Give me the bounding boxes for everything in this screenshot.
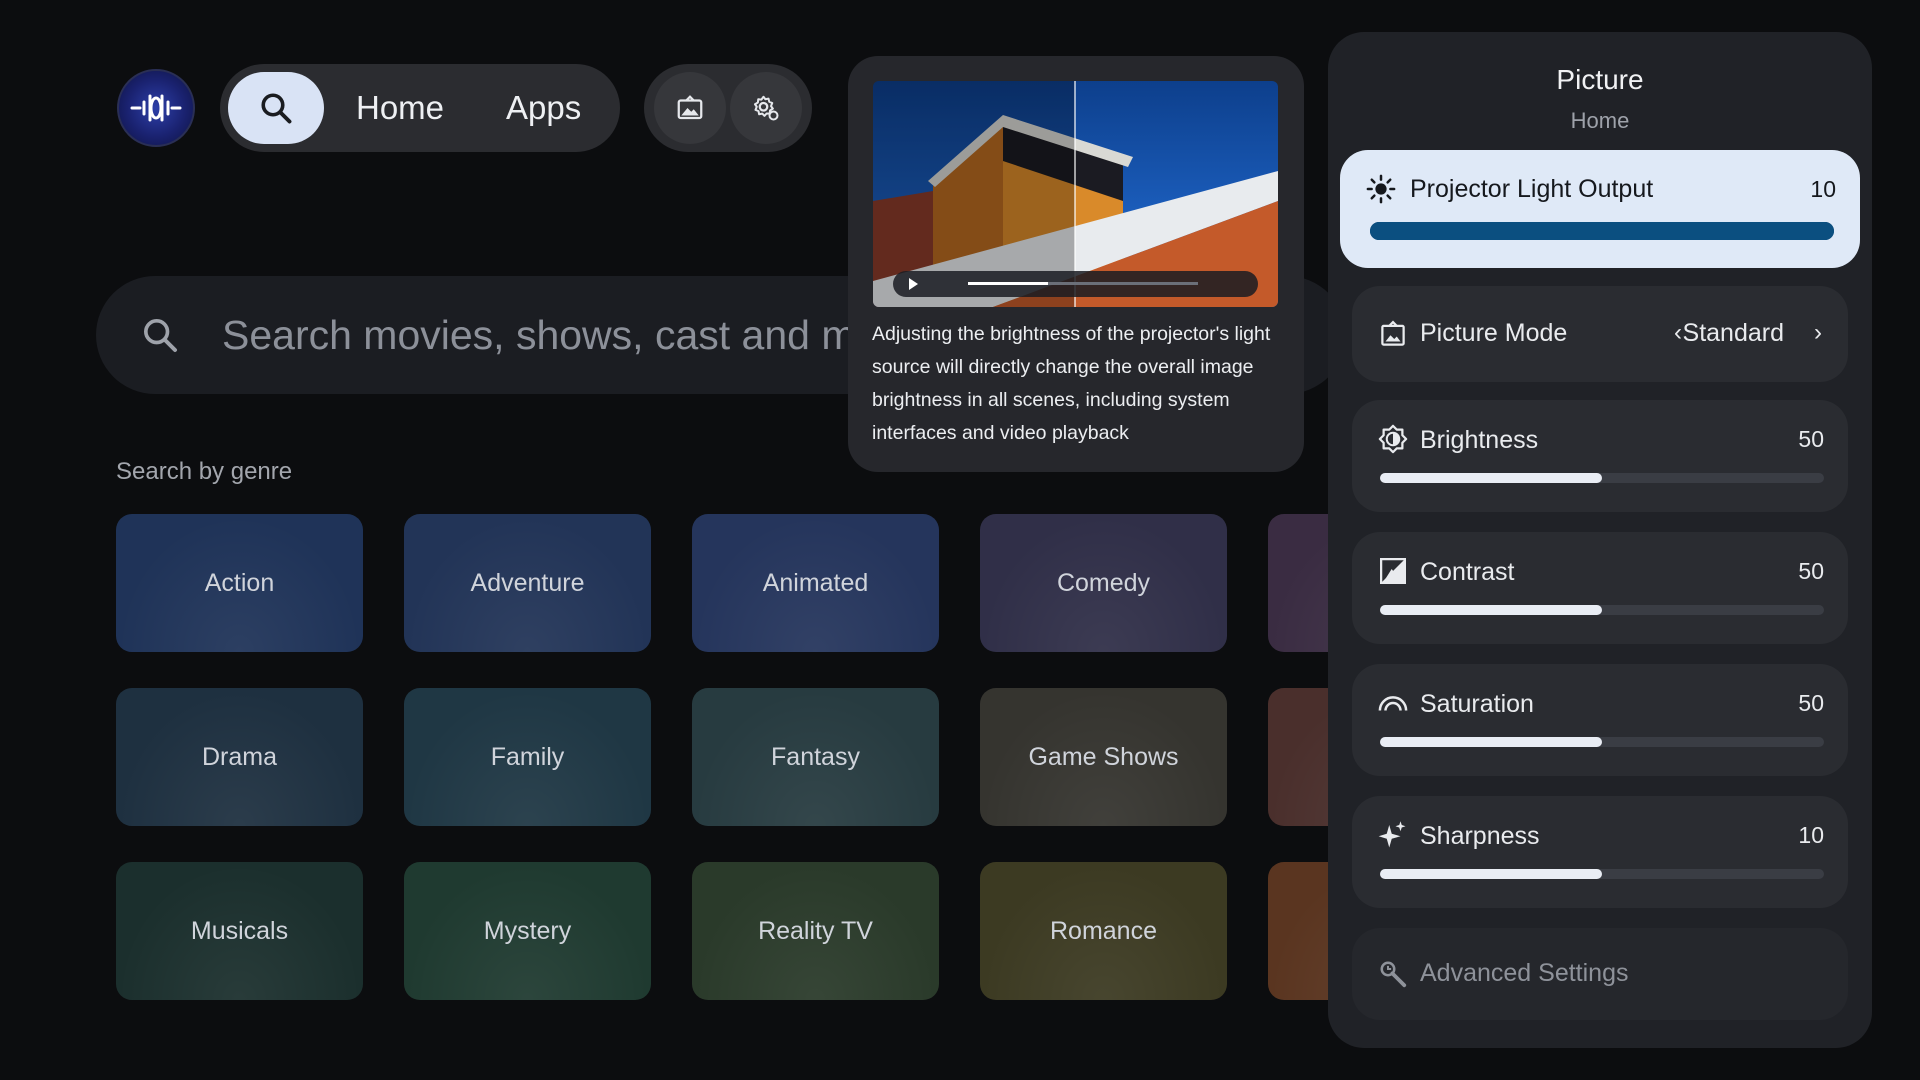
brightness-row[interactable]: Brightness 50: [1352, 400, 1848, 512]
slider-fill: [1380, 869, 1602, 879]
settings-button[interactable]: [730, 72, 802, 144]
genre-tile-romance[interactable]: Romance: [980, 862, 1227, 1000]
nav-search-button[interactable]: [228, 72, 324, 144]
brightness-label: Brightness: [1420, 426, 1539, 454]
picture-icon: [677, 95, 703, 120]
picture-mode-value: Standard: [1682, 319, 1784, 347]
saturation-label: Saturation: [1420, 690, 1534, 718]
genre-tile-reality-tv[interactable]: Reality TV: [692, 862, 939, 1000]
picture-settings-panel: Picture Home Projector Light Output 10 P…: [1328, 32, 1872, 1048]
slider-fill: [1380, 737, 1602, 747]
sun-icon: [1366, 174, 1396, 204]
chevron-right-icon[interactable]: ›: [1814, 319, 1822, 347]
saturation-row[interactable]: Saturation 50: [1352, 664, 1848, 776]
sharpness-slider[interactable]: [1380, 869, 1824, 879]
preview-image: [873, 81, 1278, 307]
panel-subtitle: Home: [1570, 108, 1630, 133]
brightness-icon: [1378, 424, 1408, 454]
projector-light-output-row[interactable]: Projector Light Output 10: [1340, 150, 1860, 268]
genre-tile-musicals[interactable]: Musicals: [116, 862, 363, 1000]
sharpness-value: 10: [1798, 822, 1824, 848]
genre-tile-fantasy[interactable]: Fantasy: [692, 688, 939, 826]
search-icon: [261, 93, 292, 124]
setting-preview-tooltip: Adjusting the brightness of the projecto…: [848, 56, 1304, 472]
genre-grid: Action Adventure Animated Comedy Drama F…: [116, 514, 1328, 1000]
projector-light-output-value: 10: [1810, 176, 1836, 202]
nav-home-link[interactable]: Home: [356, 89, 444, 127]
projector-light-output-label: Projector Light Output: [1410, 175, 1654, 203]
saturation-rainbow-icon: [1378, 696, 1408, 711]
projector-light-output-slider[interactable]: [1370, 222, 1834, 240]
picture-mode-icon: [1381, 320, 1405, 346]
search-icon: [144, 319, 177, 352]
contrast-icon: [1380, 558, 1406, 584]
genre-tile-mystery[interactable]: Mystery: [404, 862, 651, 1000]
advanced-settings-label: Advanced Settings: [1420, 959, 1629, 987]
waveform-logo-icon: [130, 94, 182, 122]
genre-tile-partial[interactable]: [1268, 862, 1328, 1000]
sparkle-icon: [1378, 821, 1406, 848]
profile-avatar[interactable]: [117, 69, 195, 147]
contrast-slider[interactable]: [1380, 605, 1824, 615]
genre-tile-partial[interactable]: [1268, 514, 1328, 652]
advanced-settings-row[interactable]: Advanced Settings: [1352, 928, 1848, 1020]
nav-apps-link[interactable]: Apps: [506, 89, 581, 127]
genre-tile-drama[interactable]: Drama: [116, 688, 363, 826]
genre-tile-game-shows[interactable]: Game Shows: [980, 688, 1227, 826]
slider-fill: [1380, 473, 1602, 483]
contrast-value: 50: [1798, 558, 1824, 584]
panel-title: Picture: [1556, 64, 1644, 95]
genre-heading: Search by genre: [116, 458, 293, 485]
genre-tile-partial[interactable]: [1268, 688, 1328, 826]
genre-tile-comedy[interactable]: Comedy: [980, 514, 1227, 652]
main-nav: Home Apps: [220, 64, 620, 152]
slider-fill: [1370, 222, 1834, 240]
saturation-value: 50: [1798, 690, 1824, 716]
genre-tile-animated[interactable]: Animated: [692, 514, 939, 652]
picture-mode-label: Picture Mode: [1420, 319, 1568, 347]
settings-gear-icon: [754, 95, 779, 121]
building-preview-illustration: [873, 81, 1278, 307]
sharpness-label: Sharpness: [1420, 822, 1540, 850]
slider-fill: [1380, 605, 1602, 615]
genre-tile-adventure[interactable]: Adventure: [404, 514, 651, 652]
contrast-row[interactable]: Contrast 50: [1352, 532, 1848, 644]
chevron-left-icon[interactable]: ‹: [1674, 319, 1682, 347]
brightness-value: 50: [1798, 426, 1824, 452]
picture-button[interactable]: [654, 72, 726, 144]
saturation-slider[interactable]: [1380, 737, 1824, 747]
picture-mode-row[interactable]: Picture Mode ‹ Standard ›: [1352, 286, 1848, 382]
genre-tile-family[interactable]: Family: [404, 688, 651, 826]
search-placeholder: Search movies, shows, cast and m: [222, 311, 856, 358]
genre-tile-action[interactable]: Action: [116, 514, 363, 652]
brightness-slider[interactable]: [1380, 473, 1824, 483]
sharpness-row[interactable]: Sharpness 10: [1352, 796, 1848, 908]
wrench-icon: [1380, 961, 1407, 988]
preview-description: Adjusting the brightness of the projecto…: [872, 323, 1271, 444]
quick-actions: [644, 64, 812, 152]
contrast-label: Contrast: [1420, 558, 1515, 586]
